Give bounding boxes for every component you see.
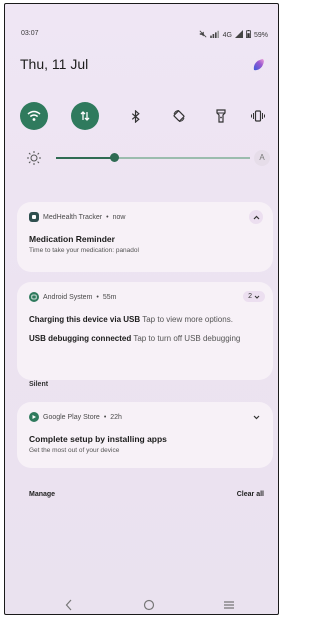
battery-percent: 59%	[253, 31, 268, 39]
brightness-icon	[26, 150, 42, 171]
brightness-fill	[56, 157, 114, 159]
medhealth-app-icon	[29, 212, 39, 222]
line-text: Tap to view more options.	[140, 315, 233, 324]
network-type: 4G	[222, 31, 232, 39]
rotate-icon	[173, 110, 185, 122]
notification-line-usb-debugging[interactable]: USB debugging connected Tap to turn off …	[29, 334, 267, 343]
notification-android-system[interactable]: Android System • 55m 2 Charging this dev…	[17, 282, 273, 380]
battery-icon	[246, 30, 251, 40]
status-icons: 4G 59%	[199, 30, 268, 40]
notification-title: Complete setup by installing apps	[29, 434, 167, 444]
assistant-icon[interactable]	[252, 58, 266, 72]
flashlight-icon	[216, 109, 226, 123]
tile-auto-rotate[interactable]	[165, 102, 193, 130]
expand-count-button[interactable]: 2	[243, 291, 265, 302]
data-arrows-icon	[80, 111, 90, 121]
line-text: Tap to turn off USB debugging	[131, 334, 241, 343]
notification-text: Get the most out of your device	[29, 447, 120, 454]
manage-button[interactable]: Manage	[29, 491, 55, 498]
bullet: •	[106, 213, 109, 221]
chevron-up-icon	[253, 215, 259, 219]
notification-text: Time to take your medication: panadol	[29, 247, 139, 254]
notification-count: 2	[248, 293, 252, 300]
signal-icon	[209, 30, 220, 40]
chevron-down-icon	[253, 415, 259, 419]
status-time: 03:07	[21, 30, 39, 37]
notification-play-store[interactable]: Google Play Store • 22h Complete setup b…	[17, 402, 273, 468]
notification-time: now	[112, 213, 126, 221]
tile-flashlight[interactable]	[207, 102, 235, 130]
wifi-icon	[27, 110, 41, 121]
back-icon	[65, 599, 72, 611]
tile-mobile-data[interactable]	[71, 102, 99, 130]
back-button[interactable]	[65, 598, 73, 614]
navigation-bar	[5, 598, 278, 612]
notification-time: 22h	[110, 413, 122, 421]
quick-settings-row	[20, 102, 270, 130]
collapse-button[interactable]	[249, 210, 263, 224]
notification-medhealth[interactable]: MedHealth Tracker • now Medication Remin…	[17, 202, 273, 272]
brightness-thumb[interactable]	[110, 153, 119, 162]
signal-strength-icon	[234, 30, 243, 40]
auto-brightness-button[interactable]: A	[254, 150, 270, 166]
bullet: •	[96, 293, 99, 301]
home-icon	[143, 599, 155, 611]
notification-title: Medication Reminder	[29, 234, 115, 244]
home-button[interactable]	[143, 598, 155, 614]
mute-icon	[199, 30, 207, 40]
tile-wifi[interactable]	[20, 102, 48, 130]
line-title: Charging this device via USB	[29, 315, 141, 324]
vibrate-icon	[251, 110, 265, 122]
notification-line-usb-charging[interactable]: Charging this device via USB Tap to view…	[29, 315, 267, 324]
notification-app-name: Android System	[43, 293, 93, 301]
notification-header: MedHealth Tracker • now	[29, 212, 125, 222]
notification-app-name: MedHealth Tracker	[43, 213, 103, 221]
tile-bluetooth[interactable]	[122, 102, 150, 130]
recents-button[interactable]	[223, 598, 235, 614]
status-bar: 03:07 4G 59%	[21, 30, 268, 42]
tile-vibrate[interactable]	[244, 102, 272, 130]
bullet: •	[103, 413, 107, 421]
bluetooth-icon	[131, 109, 140, 123]
notification-header: Google Play Store • 22h	[29, 412, 122, 422]
brightness-slider[interactable]: A	[20, 150, 270, 166]
notification-header: Android System • 55m	[29, 292, 117, 302]
line-title: USB debugging connected	[29, 334, 132, 343]
screen-frame: 03:07 4G 59% Thu, 11 Jul A MedHealth Tra…	[4, 3, 279, 615]
shade-date: Thu, 11 Jul	[20, 56, 89, 72]
clear-all-button[interactable]: Clear all	[237, 491, 264, 498]
android-system-icon	[29, 292, 39, 302]
notification-app-name: Google Play Store	[43, 413, 100, 421]
silent-section-header: Silent	[29, 381, 49, 388]
notification-time: 55m	[102, 293, 117, 301]
play-store-icon	[29, 412, 39, 422]
expand-button[interactable]	[249, 410, 263, 424]
chevron-down-icon	[254, 295, 260, 299]
recents-icon	[224, 601, 234, 609]
